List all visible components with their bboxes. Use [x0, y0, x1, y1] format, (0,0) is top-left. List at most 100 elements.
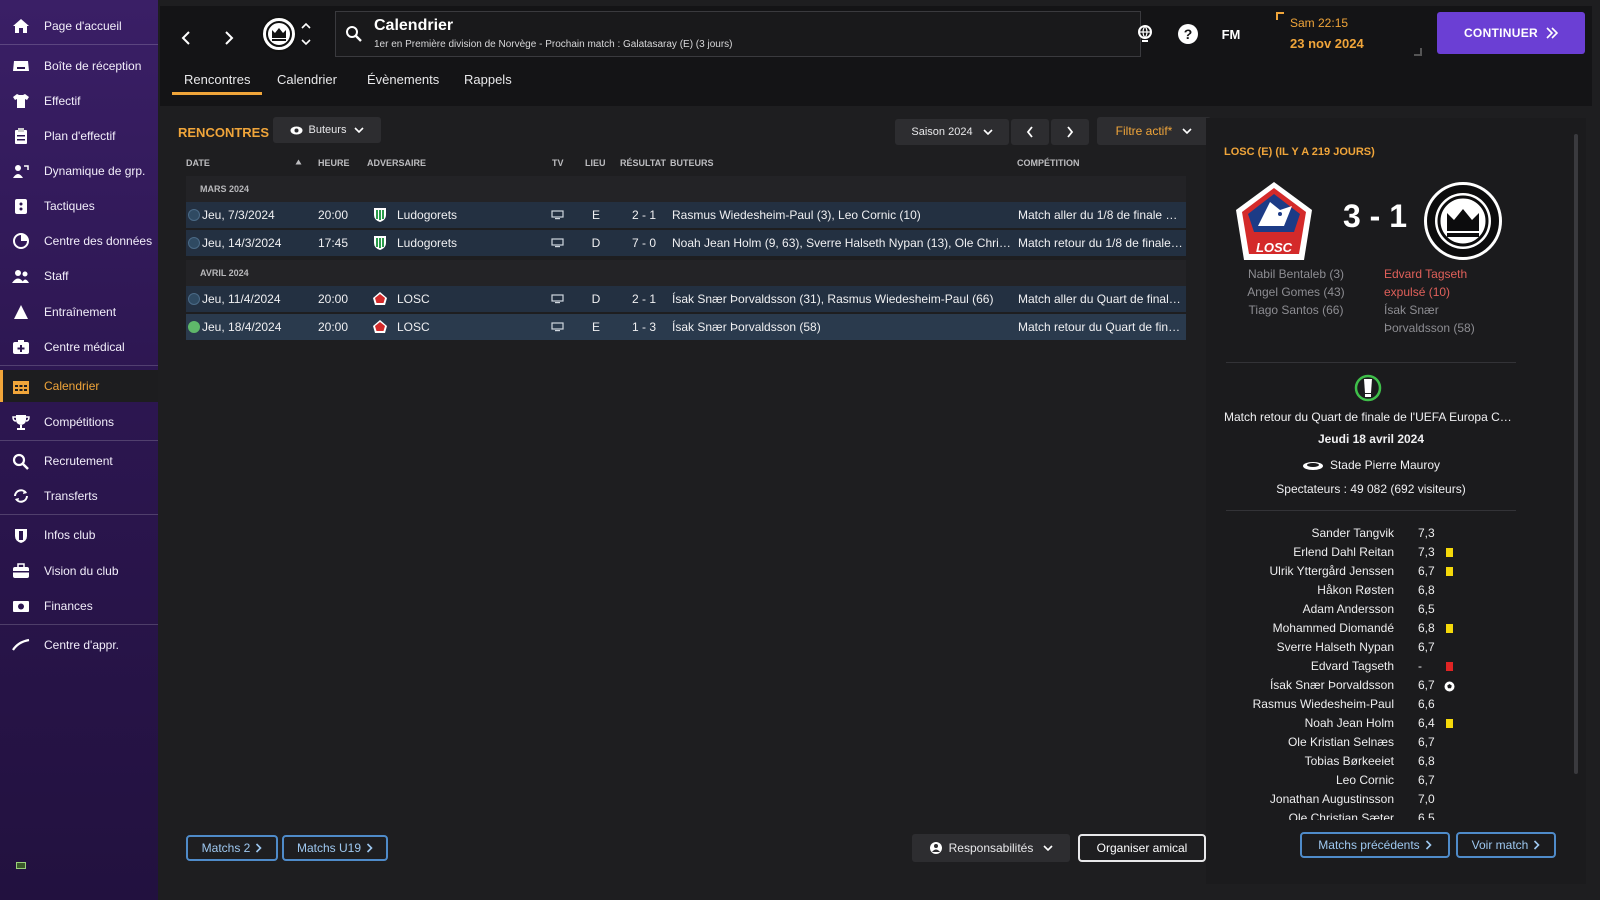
responsibilities-dropdown[interactable]: Responsabilités — [912, 834, 1070, 862]
player-name[interactable]: Rasmus Wiedesheim-Paul — [1206, 697, 1394, 711]
matchs2-button[interactable]: Matchs 2 — [186, 835, 278, 861]
sidebar-item-squad[interactable]: Effectif — [0, 85, 158, 117]
sidebar-item-club-vision[interactable]: Vision du club — [0, 555, 158, 587]
col-header-opponent[interactable]: ADVERSAIRE — [367, 158, 426, 168]
filter-dropdown[interactable]: Filtre actif* — [1097, 117, 1211, 145]
matchs-u19-button[interactable]: Matchs U19 — [282, 835, 388, 861]
search-box[interactable]: Calendrier 1er en Première division de N… — [335, 11, 1141, 57]
tab-rencontres[interactable]: Rencontres — [184, 72, 250, 87]
previous-matches-button[interactable]: Matchs précédents — [1300, 832, 1450, 858]
sidebar-item-medical[interactable]: Centre médical — [0, 331, 158, 363]
season-dropdown[interactable]: Saison 2024 — [895, 119, 1009, 145]
sidebar-item-dynamics[interactable]: Dynamique de grp. — [0, 155, 158, 187]
matchs-u19-label: Matchs U19 — [296, 841, 362, 855]
table-row[interactable]: Jeu, 14/3/2024 17:45 Ludogorets D 7 - 0 … — [186, 230, 1186, 256]
chevron-right-icon — [225, 31, 234, 45]
row-competition: Match retour du 1/8 de finale de l'UEFA … — [1018, 236, 1184, 250]
row-scorers: Ísak Snær Þorvaldsson (58) — [672, 320, 821, 334]
sidebar-item-label: Page d'accueil — [44, 19, 122, 33]
player-name[interactable]: Edvard Tagseth — [1206, 659, 1394, 673]
tab-calendrier[interactable]: Calendrier — [277, 72, 337, 87]
table-row[interactable]: Jeu, 7/3/2024 20:00 Ludogorets E 2 - 1 R… — [186, 202, 1186, 228]
chevron-right-icon — [1067, 126, 1074, 138]
month-group-header: AVRIL 2024 — [186, 260, 1186, 286]
staff-icon — [10, 267, 32, 285]
player-name[interactable]: Ulrik Yttergård Jenssen — [1206, 564, 1395, 578]
date-corner-br — [1414, 48, 1422, 56]
sidebar-item-dev-centre[interactable]: Centre d'appr. — [0, 629, 158, 661]
player-name[interactable]: Mohammed Diomandé — [1206, 621, 1394, 635]
club-badge-button[interactable] — [261, 16, 297, 52]
tab-evenements[interactable]: Évènements — [367, 72, 439, 87]
sidebar-item-home[interactable]: Page d'accueil — [0, 10, 158, 42]
col-header-venue[interactable]: LIEU — [585, 158, 606, 168]
player-name[interactable]: Leo Cornic — [1206, 773, 1394, 787]
sidebar-item-squad-planner[interactable]: Plan d'effectif — [0, 120, 158, 152]
sidebar-item-finances[interactable]: Finances — [0, 590, 158, 622]
sidebar-item-scouting[interactable]: Recrutement — [0, 445, 158, 477]
prev-season-button[interactable] — [1011, 119, 1049, 145]
sidebar-divider — [0, 624, 158, 625]
chevron-down-icon — [1043, 845, 1053, 851]
back-button[interactable] — [174, 24, 198, 52]
filter-label: Filtre actif* — [1115, 124, 1173, 138]
player-name[interactable]: Sverre Halseth Nypan — [1206, 640, 1394, 654]
tv-icon — [551, 294, 564, 304]
player-name[interactable]: Ole Christian Sæter — [1206, 811, 1394, 820]
sidebar-item-data-hub[interactable]: Centre des données — [0, 225, 158, 257]
chevron-down-icon — [983, 129, 993, 135]
chevron-right-icon — [1425, 840, 1432, 850]
view-match-button[interactable]: Voir match — [1456, 832, 1556, 858]
sidebar-item-label: Entraînement — [44, 305, 117, 319]
col-header-scorers[interactable]: BUTEURS — [670, 158, 714, 168]
club-switch-arrows[interactable] — [300, 20, 312, 48]
player-name[interactable]: Erlend Dahl Reitan — [1206, 545, 1394, 559]
col-header-tv[interactable]: TV — [552, 158, 564, 168]
player-name[interactable]: Ole Kristian Selnæs — [1206, 735, 1394, 749]
match-attendance: Spectateurs : 49 082 (692 visiteurs) — [1276, 482, 1466, 496]
view-dropdown[interactable]: Buteurs — [273, 117, 381, 143]
player-name[interactable]: Jonathan Augustinsson — [1206, 792, 1394, 806]
sidebar-item-inbox[interactable]: Boîte de réception — [0, 50, 158, 82]
next-season-button[interactable] — [1051, 119, 1089, 145]
social-feed-button[interactable] — [1131, 20, 1159, 48]
player-name[interactable]: Håkon Røsten — [1206, 583, 1394, 597]
player-name[interactable]: Adam Andersson — [1206, 602, 1394, 616]
sidebar-item-calendar[interactable]: Calendrier — [0, 370, 158, 402]
sidebar-item-competitions[interactable]: Compétitions — [0, 406, 158, 438]
col-header-time[interactable]: HEURE — [318, 158, 350, 168]
tab-rappels[interactable]: Rappels — [464, 72, 512, 87]
col-header-result[interactable]: RÉSULTAT — [620, 158, 666, 168]
sidebar-item-staff[interactable]: Staff — [0, 260, 158, 292]
forward-button[interactable] — [217, 24, 241, 52]
fm-menu-button[interactable]: FM — [1216, 20, 1246, 48]
row-time: 20:00 — [318, 208, 349, 222]
table-row-selected[interactable]: Jeu, 18/4/2024 20:00 LOSC E 1 - 3 Ísak S… — [186, 314, 1186, 340]
row-venue: E — [591, 208, 600, 222]
game-date[interactable]: Sam 22:15 23 nov 2024 — [1276, 12, 1426, 58]
sidebar-item-club-info[interactable]: Infos club — [0, 519, 158, 551]
page-subtitle: 1er en Première division de Norvège - Pr… — [374, 39, 733, 50]
player-name[interactable]: Ísak Snær Þorvaldsson — [1206, 678, 1394, 692]
view-dropdown-label: Buteurs — [308, 124, 347, 136]
player-name[interactable]: Noah Jean Holm — [1206, 716, 1394, 730]
table-row[interactable]: Jeu, 11/4/2024 20:00 LOSC D 2 - 1 Ísak S… — [186, 286, 1186, 312]
detail-scrollbar[interactable] — [1574, 134, 1578, 774]
player-rating: 6,5 — [1418, 811, 1435, 820]
player-name[interactable]: Tobias Børkeeiet — [1206, 754, 1394, 768]
finances-icon — [10, 597, 32, 615]
player-rating: 6,5 — [1418, 602, 1435, 616]
chevron-right-icon — [366, 843, 373, 853]
red-card-icon — [1446, 662, 1453, 671]
continue-button[interactable]: CONTINUER — [1437, 12, 1585, 54]
col-header-date[interactable]: DATE — [186, 158, 210, 168]
col-header-competition[interactable]: COMPÉTITION — [1017, 158, 1080, 168]
match-competition: Match retour du Quart de finale de l'UEF… — [1224, 410, 1518, 424]
help-button[interactable]: ? — [1174, 20, 1202, 48]
sidebar-item-transfers[interactable]: Transferts — [0, 480, 158, 512]
sidebar-item-tactics[interactable]: Tactiques — [0, 190, 158, 222]
player-name[interactable]: Sander Tangvik — [1206, 526, 1395, 540]
organise-friendly-button[interactable]: Organiser amical — [1078, 834, 1206, 862]
sidebar-item-training[interactable]: Entraînement — [0, 296, 158, 328]
game-time: Sam 22:15 — [1290, 16, 1349, 30]
